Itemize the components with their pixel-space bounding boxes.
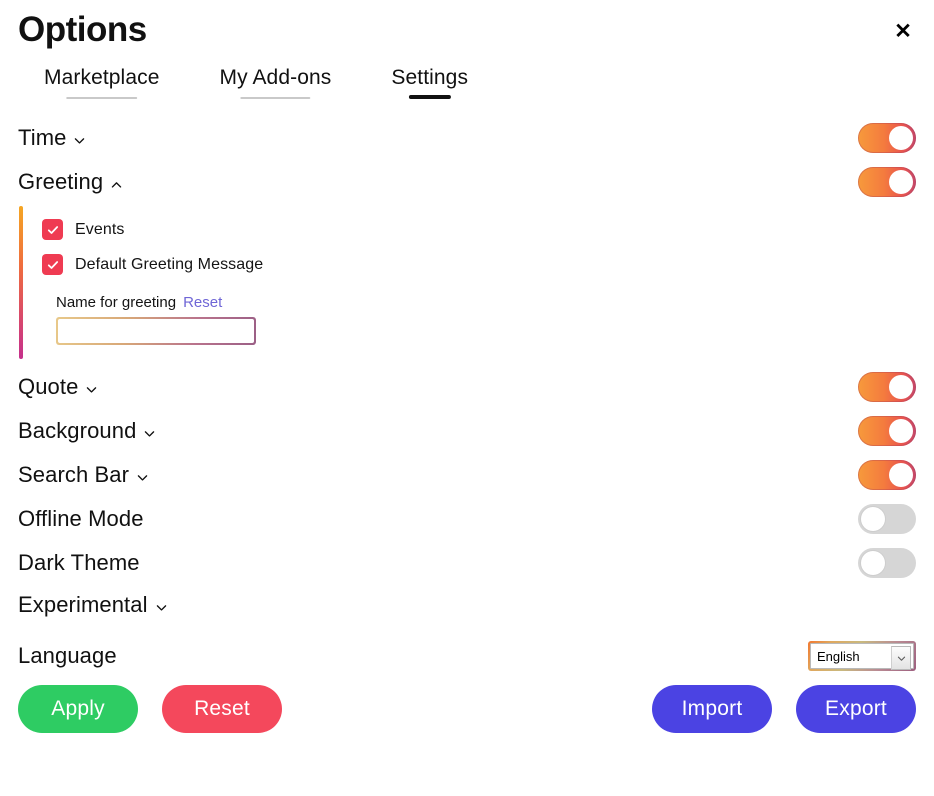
- setting-dark-theme-label: Dark Theme: [18, 550, 140, 575]
- setting-row-quote: Quote: [18, 365, 916, 409]
- toggle-knob: [889, 375, 913, 399]
- name-for-greeting-label-row: Name for greeting Reset: [40, 282, 916, 317]
- toggle-knob: [889, 170, 913, 194]
- checkbox-events-label: Events: [75, 220, 125, 238]
- setting-experimental-label: Experimental: [18, 592, 148, 617]
- tab-settings-label: Settings: [391, 66, 469, 89]
- setting-quote-label: Quote: [18, 374, 79, 399]
- setting-row-experimental: Experimental: [18, 585, 916, 625]
- setting-quote-header[interactable]: Quote: [18, 374, 98, 400]
- export-button[interactable]: Export: [796, 685, 916, 733]
- setting-time-label: Time: [18, 125, 67, 150]
- toggle-knob: [861, 551, 885, 575]
- tab-settings[interactable]: Settings: [391, 66, 468, 108]
- setting-row-greeting: Greeting: [18, 160, 916, 204]
- close-icon[interactable]: ✕: [890, 18, 916, 44]
- setting-experimental-header[interactable]: Experimental: [18, 592, 168, 618]
- setting-background-header[interactable]: Background: [18, 418, 156, 444]
- setting-time-header[interactable]: Time: [18, 125, 86, 151]
- setting-search-bar-label: Search Bar: [18, 462, 130, 487]
- import-button[interactable]: Import: [652, 685, 772, 733]
- tab-my-add-ons-label: My Add-ons: [219, 66, 332, 89]
- setting-row-dark-theme: Dark Theme: [18, 541, 916, 585]
- apply-button[interactable]: Apply: [18, 685, 138, 733]
- toggle-offline-mode[interactable]: [858, 504, 916, 534]
- setting-row-search-bar: Search Bar: [18, 453, 916, 497]
- gradient-accent-bar: [19, 206, 23, 359]
- greeting-options-panel: Events Default Greeting Message Name for…: [18, 206, 916, 359]
- chevron-down-icon: [85, 383, 98, 396]
- toggle-knob: [861, 507, 885, 531]
- tab-underline: [240, 97, 311, 99]
- toggle-knob: [889, 126, 913, 150]
- checkbox-default-greeting-message-label: Default Greeting Message: [75, 255, 264, 273]
- setting-language-header: Language: [18, 643, 117, 669]
- setting-language-label: Language: [18, 643, 117, 668]
- tab-underline-active: [408, 95, 451, 99]
- toggle-search-bar[interactable]: [858, 460, 916, 490]
- setting-greeting-header[interactable]: Greeting: [18, 169, 123, 195]
- language-select-border: English: [808, 641, 916, 671]
- toggle-greeting[interactable]: [858, 167, 916, 197]
- dialog-header: Options ✕: [0, 0, 934, 52]
- checkbox-events[interactable]: [42, 219, 63, 240]
- language-select[interactable]: English: [810, 643, 914, 669]
- name-for-greeting-input[interactable]: [58, 319, 254, 343]
- setting-search-bar-header[interactable]: Search Bar: [18, 462, 149, 488]
- toggle-time[interactable]: [858, 123, 916, 153]
- footer-left-buttons: Apply Reset: [18, 685, 282, 733]
- setting-row-background: Background: [18, 409, 916, 453]
- setting-row-language: Language English: [18, 625, 916, 675]
- name-input-border: [56, 317, 256, 345]
- chevron-up-icon: [110, 178, 123, 191]
- toggle-knob: [889, 419, 913, 443]
- toggle-quote[interactable]: [858, 372, 916, 402]
- chevron-down-icon: [73, 134, 86, 147]
- setting-offline-mode-label: Offline Mode: [18, 506, 144, 531]
- language-select-holder: English: [810, 643, 914, 670]
- toggle-background[interactable]: [858, 416, 916, 446]
- chevron-down-icon: [136, 471, 149, 484]
- page-title: Options: [18, 10, 147, 49]
- setting-greeting-label: Greeting: [18, 169, 104, 194]
- tab-marketplace[interactable]: Marketplace: [44, 66, 159, 108]
- setting-row-offline-mode: Offline Mode: [18, 497, 916, 541]
- setting-row-time: Time: [18, 116, 916, 160]
- setting-dark-theme-header: Dark Theme: [18, 550, 140, 576]
- setting-offline-mode-header: Offline Mode: [18, 506, 144, 532]
- setting-background-label: Background: [18, 418, 137, 443]
- tab-underline: [65, 97, 138, 99]
- reset-name-link[interactable]: Reset: [183, 294, 222, 311]
- name-for-greeting-label: Name for greeting: [56, 294, 177, 311]
- tab-marketplace-label: Marketplace: [44, 66, 160, 89]
- checkbox-default-greeting-message[interactable]: [42, 254, 63, 275]
- dialog-footer: Apply Reset Import Export: [0, 675, 934, 749]
- reset-button[interactable]: Reset: [162, 685, 282, 733]
- toggle-dark-theme[interactable]: [858, 548, 916, 578]
- toggle-knob: [889, 463, 913, 487]
- footer-right-buttons: Import Export: [652, 685, 916, 733]
- chevron-down-icon: [155, 601, 168, 614]
- tab-bar: Marketplace My Add-ons Settings: [0, 52, 934, 108]
- settings-list: Time Greeting Events Default Greeting Me…: [0, 108, 934, 675]
- tab-my-add-ons[interactable]: My Add-ons: [219, 66, 331, 108]
- checkbox-row-events[interactable]: Events: [40, 212, 916, 247]
- chevron-down-icon: [143, 427, 156, 440]
- checkbox-row-default-greeting-message[interactable]: Default Greeting Message: [40, 247, 916, 282]
